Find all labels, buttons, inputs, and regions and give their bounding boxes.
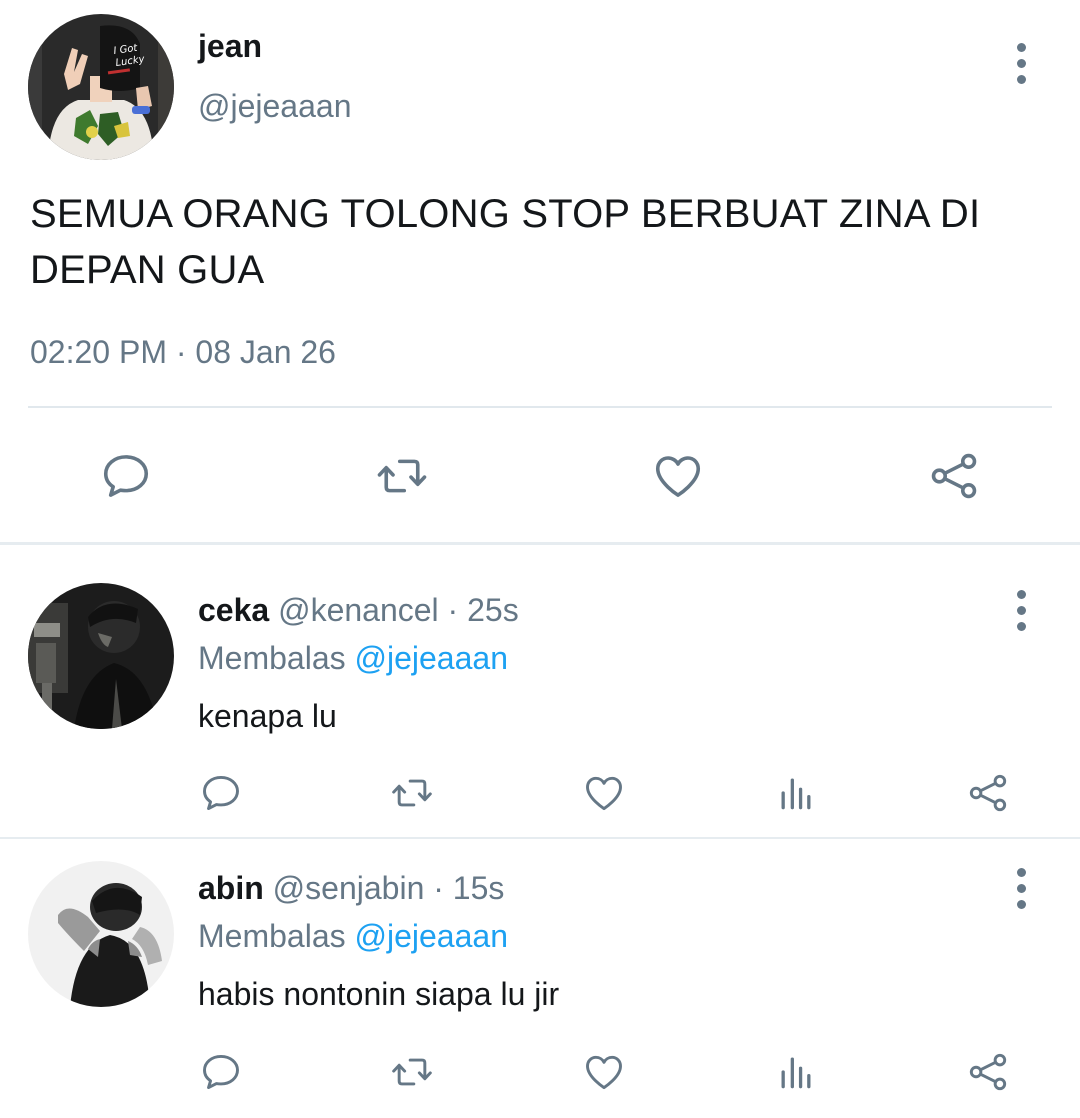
avatar-image: I Got Lucky xyxy=(28,14,174,160)
reply-item[interactable]: abin @senjabin · 15s Membalas @jejeaaan … xyxy=(0,839,1080,1118)
separator-dot: · xyxy=(433,870,444,906)
reply-text: habis nontonin siapa lu jir xyxy=(198,976,560,1012)
more-vertical-icon[interactable] xyxy=(1006,38,1036,88)
views-button[interactable] xyxy=(771,768,821,818)
comment-icon xyxy=(103,455,149,497)
reply-text: kenapa lu xyxy=(198,698,337,734)
author-handle[interactable]: @jejeaaan xyxy=(198,88,351,125)
retweet-icon xyxy=(377,459,427,493)
reply-author-name[interactable]: abin xyxy=(198,870,264,906)
replying-label: Membalas xyxy=(198,918,346,954)
views-button[interactable] xyxy=(771,1047,821,1097)
reply-author-name[interactable]: ceka xyxy=(198,592,269,628)
reply-time[interactable]: 25s xyxy=(467,592,519,628)
retweet-button[interactable] xyxy=(387,768,437,818)
tweet-timestamp[interactable]: 02:20 PM · 08 Jan 26 xyxy=(30,334,336,371)
replying-to: Membalas @jejeaaan xyxy=(198,640,508,677)
analytics-icon xyxy=(781,778,811,810)
retweet-button[interactable] xyxy=(387,1047,437,1097)
comment-icon xyxy=(203,1054,239,1090)
heart-icon xyxy=(586,1055,622,1090)
more-vertical-icon[interactable] xyxy=(1006,863,1036,913)
retweet-button[interactable] xyxy=(372,446,432,506)
share-button[interactable] xyxy=(924,446,984,506)
reply-button[interactable] xyxy=(96,446,156,506)
tweet-text: SEMUA ORANG TOLONG STOP BERBUAT ZINA DI … xyxy=(30,192,981,292)
like-button[interactable] xyxy=(579,1047,629,1097)
like-button[interactable] xyxy=(579,768,629,818)
retweet-icon xyxy=(392,779,432,807)
separator-dot: · xyxy=(447,592,459,628)
reply-time[interactable]: 15s xyxy=(453,870,505,906)
heart-icon xyxy=(655,456,701,497)
retweet-icon xyxy=(392,1058,432,1086)
share-icon xyxy=(969,1053,1007,1091)
avatar-image xyxy=(28,583,174,729)
avatar-image xyxy=(28,861,174,1007)
reply-header: ceka @kenancel · 25s xyxy=(198,592,519,629)
reply-author-handle[interactable]: @kenancel xyxy=(278,592,439,628)
replying-mention[interactable]: @jejeaaan xyxy=(355,640,508,676)
share-button[interactable] xyxy=(963,768,1013,818)
share-button[interactable] xyxy=(963,1047,1013,1097)
reply-item[interactable]: ceka @kenancel · 25s Membalas @jejeaaan … xyxy=(0,545,1080,837)
reply-author-handle[interactable]: @senjabin xyxy=(273,870,425,906)
more-vertical-icon[interactable] xyxy=(1006,585,1036,635)
author-avatar[interactable]: I Got Lucky xyxy=(28,14,174,160)
replying-label: Membalas xyxy=(198,640,346,676)
reply-button[interactable] xyxy=(196,768,246,818)
comment-icon xyxy=(203,775,239,811)
replying-to: Membalas @jejeaaan xyxy=(198,918,508,955)
like-button[interactable] xyxy=(648,446,708,506)
divider xyxy=(28,406,1052,408)
reply-avatar[interactable] xyxy=(28,583,174,729)
heart-icon xyxy=(586,776,622,811)
main-tweet: I Got Lucky jean @jejeaaan SEMUA ORANG T… xyxy=(0,0,1080,542)
reply-header: abin @senjabin · 15s xyxy=(198,870,504,907)
share-icon xyxy=(931,453,977,499)
replying-mention[interactable]: @jejeaaan xyxy=(355,918,508,954)
share-icon xyxy=(969,774,1007,812)
reply-avatar[interactable] xyxy=(28,861,174,1007)
reply-button[interactable] xyxy=(196,1047,246,1097)
author-name[interactable]: jean xyxy=(198,28,262,65)
analytics-icon xyxy=(781,1057,811,1089)
